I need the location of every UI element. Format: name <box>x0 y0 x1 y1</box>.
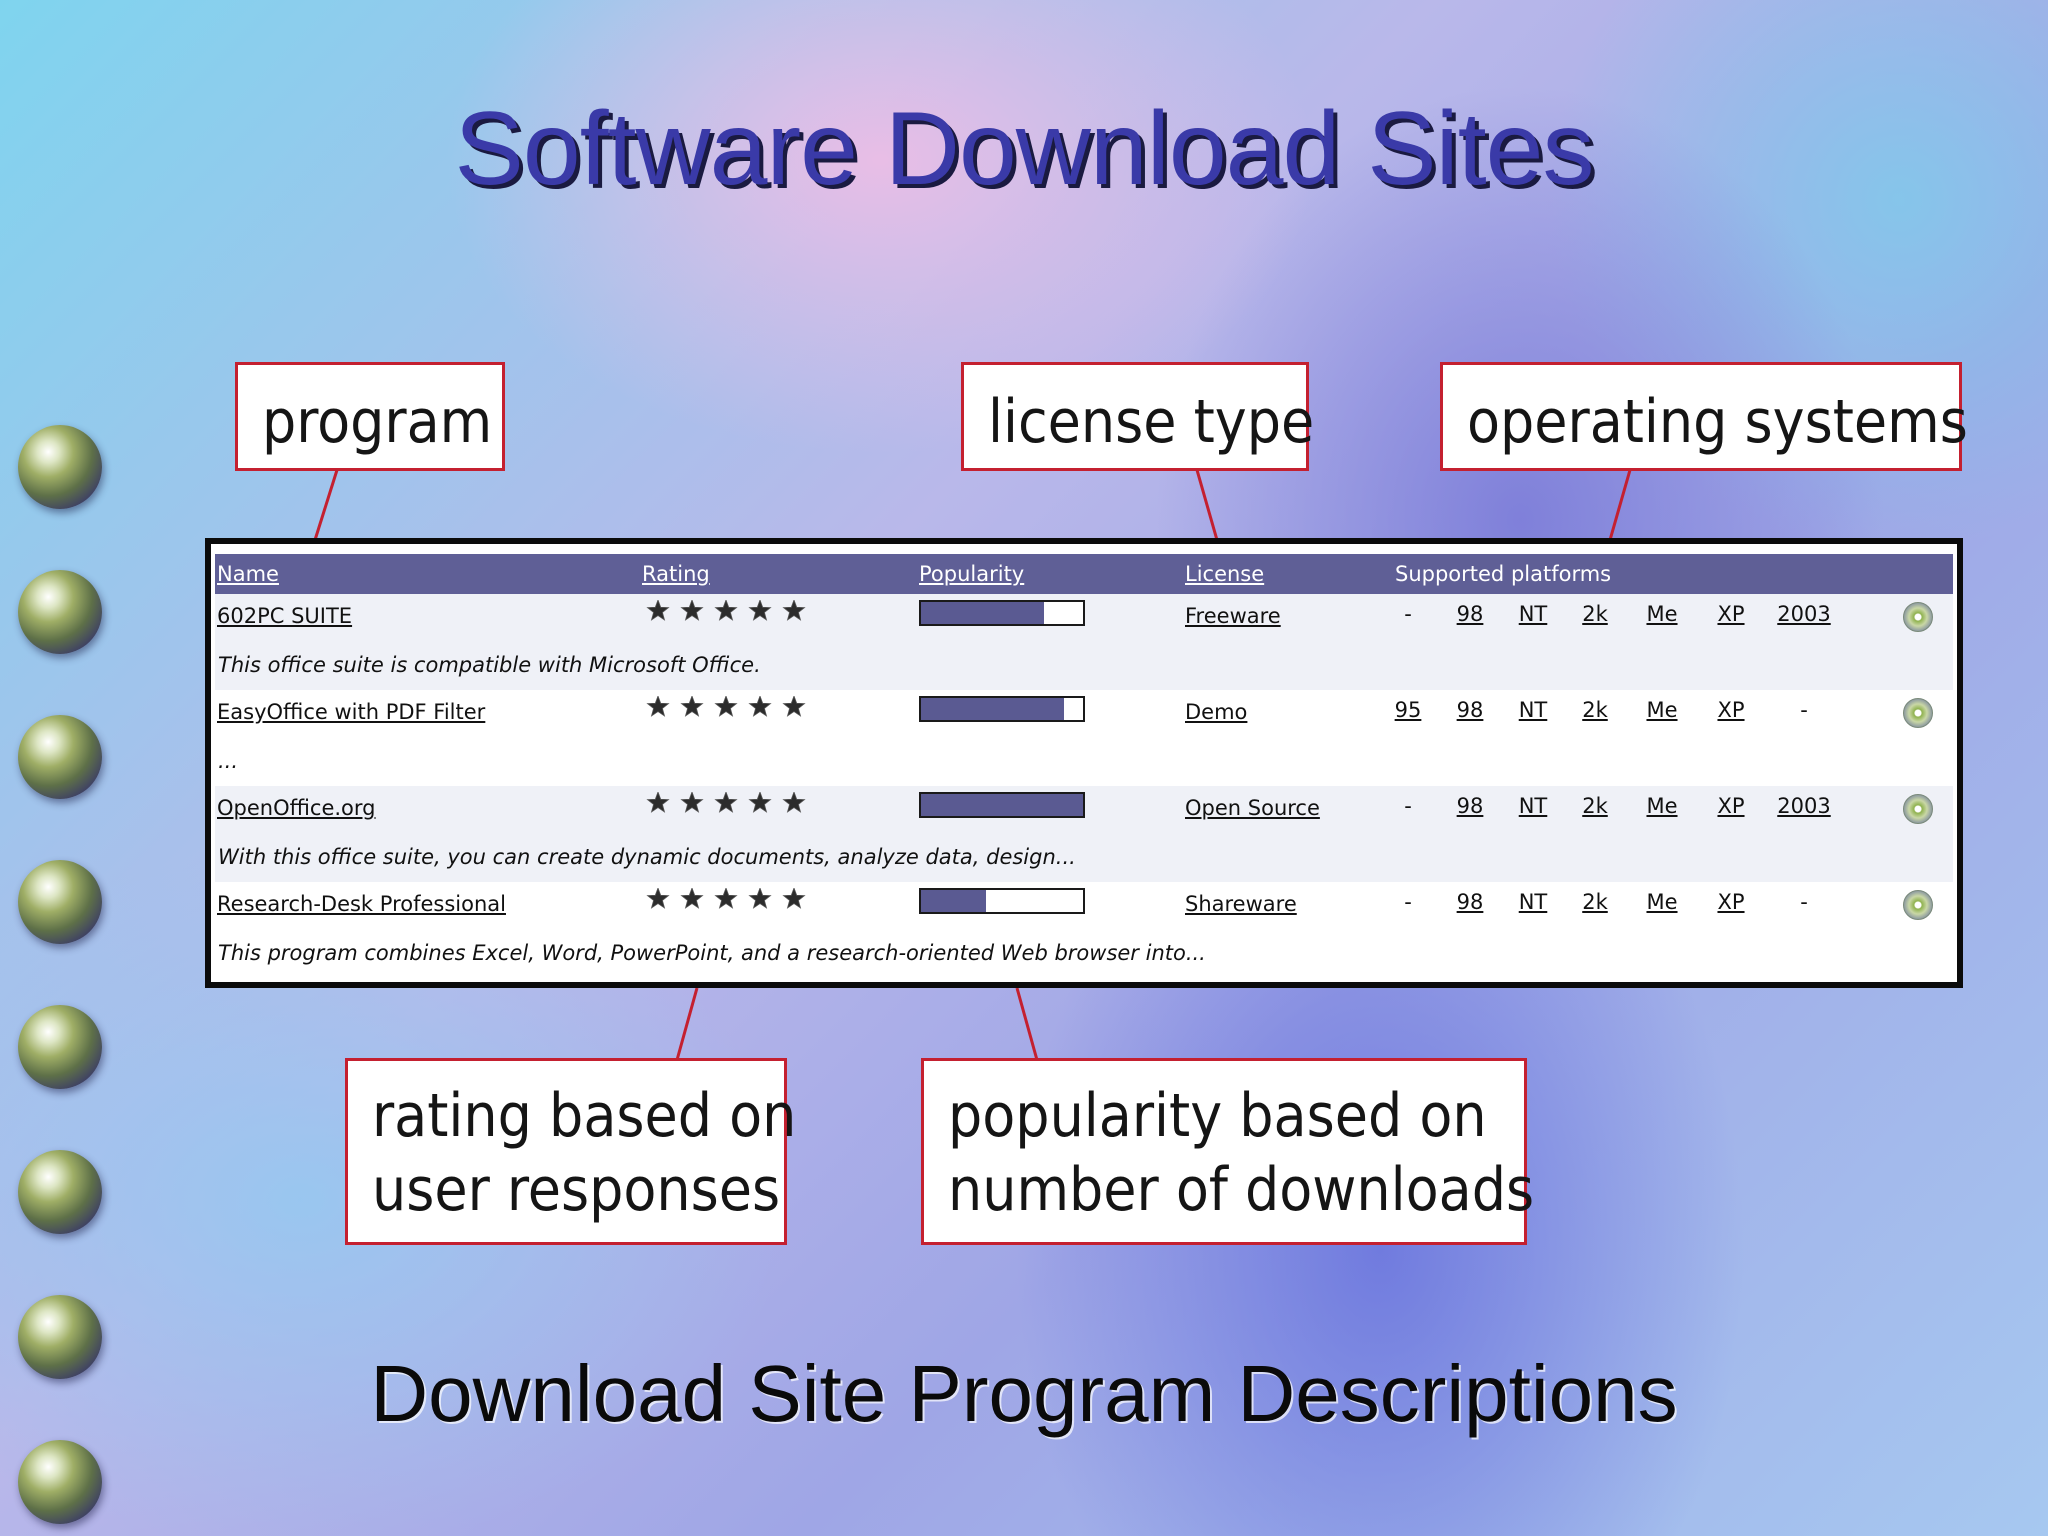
popularity-bar-fill <box>921 602 1045 624</box>
platform-none: - <box>1800 890 1808 914</box>
platform-link[interactable]: 2k <box>1582 698 1608 722</box>
program-leader-line <box>313 469 339 541</box>
callout-program: program <box>235 362 505 471</box>
cd-download-icon[interactable] <box>1903 698 1933 728</box>
platform-link[interactable]: NT <box>1519 698 1548 722</box>
callout-program-text: program <box>262 387 493 457</box>
platform-link[interactable]: XP <box>1717 602 1744 626</box>
platform-link[interactable]: NT <box>1519 794 1548 818</box>
program-name-link[interactable]: OpenOffice.org <box>217 796 376 820</box>
platform-link[interactable]: 2k <box>1582 890 1608 914</box>
popularity-bar-fill <box>921 698 1064 720</box>
rating-leader-line <box>675 987 699 1061</box>
program-name-link[interactable]: Research-Desk Professional <box>217 892 506 916</box>
header-supported-platforms: Supported platforms <box>1395 562 1612 586</box>
popularity-bar <box>919 696 1085 722</box>
platform-link[interactable]: Me <box>1646 698 1677 722</box>
header-rating[interactable]: Rating <box>642 562 710 586</box>
platform-link[interactable]: NT <box>1519 602 1548 626</box>
popularity-bar-fill <box>921 890 986 912</box>
slide-subtitle: Download Site Program Descriptions <box>370 1349 1678 1438</box>
license-link[interactable]: Freeware <box>1185 604 1281 628</box>
platform-link[interactable]: 98 <box>1457 890 1484 914</box>
platform-none: - <box>1800 698 1808 722</box>
star-rating-icon <box>646 600 806 621</box>
download-listing-table: Name Rating Popularity License Supported… <box>205 538 1963 988</box>
program-description: ... <box>218 749 239 773</box>
header-popularity[interactable]: Popularity <box>919 562 1024 586</box>
program-name-link[interactable]: EasyOffice with PDF Filter <box>217 700 485 724</box>
platform-link[interactable]: Me <box>1646 890 1677 914</box>
callout-license-type: license type <box>961 362 1314 471</box>
platform-link[interactable]: Me <box>1646 602 1677 626</box>
platform-link[interactable]: 2k <box>1582 602 1608 626</box>
program-description: This program combines Excel, Word, Power… <box>218 941 1206 965</box>
table-header: Name Rating Popularity License Supported… <box>215 554 1953 594</box>
star-rating-icon <box>646 696 806 717</box>
popularity-leader-line <box>1015 987 1039 1061</box>
platform-none: - <box>1404 794 1412 818</box>
license-link[interactable]: Demo <box>1185 700 1247 724</box>
star-rating-icon <box>646 792 806 813</box>
platform-link[interactable]: 2003 <box>1777 602 1830 626</box>
license-link[interactable]: Shareware <box>1185 892 1297 916</box>
popularity-bar <box>919 888 1085 914</box>
callout-license-text: license type <box>988 387 1315 457</box>
callout-operating-systems: operating systems <box>1440 362 1968 471</box>
cd-download-icon[interactable] <box>1903 890 1933 920</box>
platform-link[interactable]: NT <box>1519 890 1548 914</box>
platform-link[interactable]: 98 <box>1457 698 1484 722</box>
cd-download-icon[interactable] <box>1903 602 1933 632</box>
program-name-link[interactable]: 602PC SUITE <box>217 604 352 628</box>
callout-rating-line2: user responses <box>372 1155 781 1225</box>
program-description: With this office suite, you can create d… <box>218 845 1076 869</box>
platform-link[interactable]: 2k <box>1582 794 1608 818</box>
callout-os-text: operating systems <box>1467 387 1968 457</box>
os-leader-line <box>1608 469 1632 541</box>
license-leader-line <box>1195 469 1219 541</box>
popularity-bar-fill <box>921 794 1083 816</box>
platform-link[interactable]: 95 <box>1395 698 1422 722</box>
star-rating-icon <box>646 888 806 909</box>
platform-link[interactable]: 98 <box>1457 794 1484 818</box>
platform-link[interactable]: XP <box>1717 890 1744 914</box>
table-row: Research-Desk Professional Shareware - 98 NT… <box>215 882 1953 978</box>
header-license[interactable]: License <box>1185 562 1264 586</box>
platform-none: - <box>1404 890 1412 914</box>
callout-popularity-line1: popularity based on <box>948 1081 1487 1151</box>
popularity-bar <box>919 600 1085 626</box>
callout-rating-line1: rating based on <box>372 1081 797 1151</box>
callout-popularity: popularity based on number of downloads <box>921 1058 1535 1245</box>
platform-none: - <box>1404 602 1412 626</box>
callout-rating: rating based on user responses <box>345 1058 797 1245</box>
platform-link[interactable]: 98 <box>1457 602 1484 626</box>
platform-link[interactable]: Me <box>1646 794 1677 818</box>
platform-link[interactable]: 2003 <box>1777 794 1830 818</box>
callout-popularity-line2: number of downloads <box>948 1155 1535 1225</box>
table-row: OpenOffice.org Open Source - 98 NT 2k Me XP 2003… <box>215 786 1953 882</box>
table-row: 602PC SUITE Freeware - 98 NT 2k Me XP 2003 This o… <box>215 594 1953 690</box>
platform-link[interactable]: XP <box>1717 794 1744 818</box>
platform-link[interactable]: XP <box>1717 698 1744 722</box>
popularity-bar <box>919 792 1085 818</box>
cd-download-icon[interactable] <box>1903 794 1933 824</box>
program-description: This office suite is compatible with Mic… <box>218 653 761 677</box>
header-name[interactable]: Name <box>217 562 279 586</box>
table-row: EasyOffice with PDF Filter Demo 95 98 NT 2k Me… <box>215 690 1953 786</box>
license-link[interactable]: Open Source <box>1185 796 1320 820</box>
